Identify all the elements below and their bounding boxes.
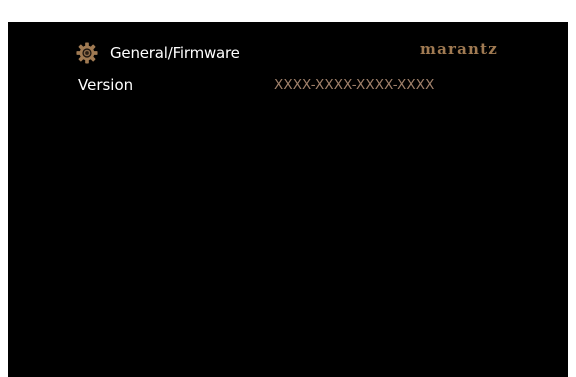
firmware-screen: General/Firmware marantz Version XXXX-XX… <box>8 22 568 377</box>
menu-header: General/Firmware <box>76 42 240 64</box>
gear-icon <box>76 42 98 64</box>
version-value: XXXX-XXXX-XXXX-XXXX <box>274 77 435 93</box>
brand-logo: marantz <box>420 40 498 58</box>
page-title: General/Firmware <box>110 44 240 62</box>
version-label: Version <box>78 76 134 94</box>
